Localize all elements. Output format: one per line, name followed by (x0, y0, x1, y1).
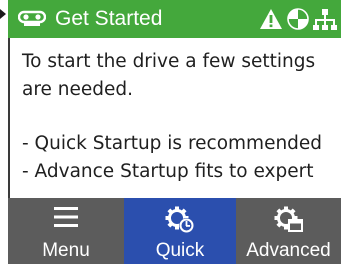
message-line: - Quick Startup is recommended (22, 133, 323, 154)
advanced-setup-gear-icon (274, 206, 303, 232)
page-title: Get Started (55, 7, 163, 30)
quick-button-label: Quick (155, 240, 205, 261)
menu-icon (54, 207, 78, 227)
drive-panel-screen: Get Started To start the drive a few set… (0, 0, 341, 264)
quick-button[interactable]: Quick (124, 198, 236, 264)
title-bar: Get Started (8, 0, 341, 38)
advanced-button[interactable]: Advanced (236, 198, 341, 264)
menu-button[interactable]: Menu (8, 198, 124, 264)
message-line: are needed. (22, 79, 134, 100)
safety-icon (287, 8, 309, 30)
quick-setup-gear-icon (165, 206, 194, 233)
status-icons (259, 6, 337, 32)
softkey-bar: Menu Quick Advanced (8, 198, 341, 264)
network-icon (313, 9, 337, 30)
message-line: - Advance Startup fits to expert (22, 161, 314, 182)
message-line: To start the drive a few settings (22, 51, 316, 72)
drive-icon (18, 10, 46, 26)
advanced-button-label: Advanced (246, 240, 331, 261)
message-area: To start the drive a few settings are ne… (8, 38, 341, 198)
selection-pointer-icon (0, 9, 6, 19)
menu-button-label: Menu (42, 240, 90, 261)
warning-icon (260, 9, 282, 29)
